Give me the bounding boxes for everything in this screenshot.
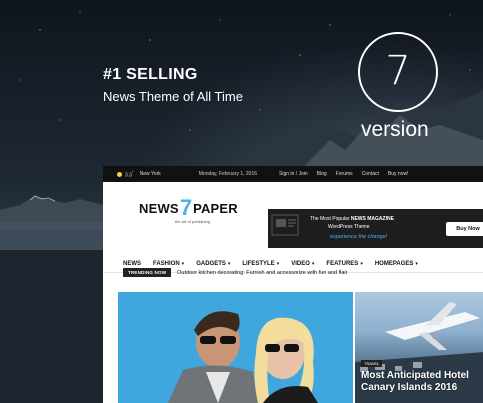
featured-tile-fashion[interactable] bbox=[118, 292, 353, 403]
header-ad-banner[interactable]: The Most Popular NEWS MAGAZINE WordPress… bbox=[268, 209, 483, 248]
logo-left: NEWS bbox=[139, 200, 179, 216]
blog-link[interactable]: Blog bbox=[317, 171, 327, 177]
forums-link[interactable]: Forums bbox=[336, 171, 353, 177]
trending-bar: TRENDING NOW Outdoor kitchen decorating:… bbox=[123, 268, 347, 277]
hero-title: #1 SELLING bbox=[103, 66, 198, 83]
site-header: NEWS 7 PAPER the art of publishing The M… bbox=[103, 182, 483, 273]
chevron-down-icon: ▾ bbox=[276, 260, 280, 267]
logo-number: 7 bbox=[179, 195, 193, 220]
buy-now-link[interactable]: Buy now! bbox=[388, 171, 409, 177]
couple-photo bbox=[118, 292, 353, 403]
chevron-down-icon: ▾ bbox=[360, 260, 363, 267]
ad-line-1: The Most Popular NEWS MAGAZINE bbox=[310, 216, 394, 222]
hero-subtitle: News Theme of All Time bbox=[103, 89, 243, 104]
ad-decoration-icon bbox=[271, 214, 299, 236]
trending-headline[interactable]: Outdoor kitchen decorating: Furnish and … bbox=[177, 270, 347, 276]
tile-title[interactable]: Most Anticipated Hotel Canary Islands 20… bbox=[361, 370, 483, 394]
ad-line-2: WordPress Theme bbox=[328, 224, 370, 230]
chevron-down-icon: ▾ bbox=[227, 260, 231, 267]
top-links: Sign in / Join Blog Forums Contact Buy n… bbox=[279, 171, 408, 177]
site-logo[interactable]: NEWS 7 PAPER bbox=[139, 195, 238, 220]
chevron-down-icon: ▾ bbox=[181, 260, 185, 267]
ad-line-3: experience the change! bbox=[330, 234, 388, 240]
signin-link[interactable]: Sign in / Join bbox=[279, 171, 308, 177]
chevron-down-icon: ▾ bbox=[311, 260, 315, 267]
weather-widget: 3.3° New York bbox=[117, 169, 161, 179]
version-label: version bbox=[361, 118, 429, 141]
city: New York bbox=[139, 171, 161, 177]
top-bar: 3.3° New York Monday, February 1, 2016 S… bbox=[103, 166, 483, 182]
chevron-down-icon: ▾ bbox=[415, 260, 418, 267]
website-preview: 3.3° New York Monday, February 1, 2016 S… bbox=[103, 166, 483, 403]
featured-tile-travel[interactable]: TRAVEL Most Anticipated Hotel Canary Isl… bbox=[355, 292, 483, 403]
ad-buy-now-button[interactable]: Buy Now bbox=[446, 222, 483, 236]
logo-tagline: the art of publishing bbox=[175, 219, 210, 224]
nav-item-homepages[interactable]: HOMEPAGES ▾ bbox=[375, 255, 418, 273]
temperature: 3.3° bbox=[125, 169, 134, 179]
top-date: Monday, February 1, 2016 bbox=[198, 171, 258, 177]
logo-right: PAPER bbox=[193, 200, 238, 216]
version-badge: 7 bbox=[358, 32, 438, 112]
contact-link[interactable]: Contact bbox=[362, 171, 379, 177]
sun-icon bbox=[117, 171, 122, 177]
trending-badge: TRENDING NOW bbox=[123, 268, 172, 277]
tile-category[interactable]: TRAVEL bbox=[361, 360, 383, 367]
